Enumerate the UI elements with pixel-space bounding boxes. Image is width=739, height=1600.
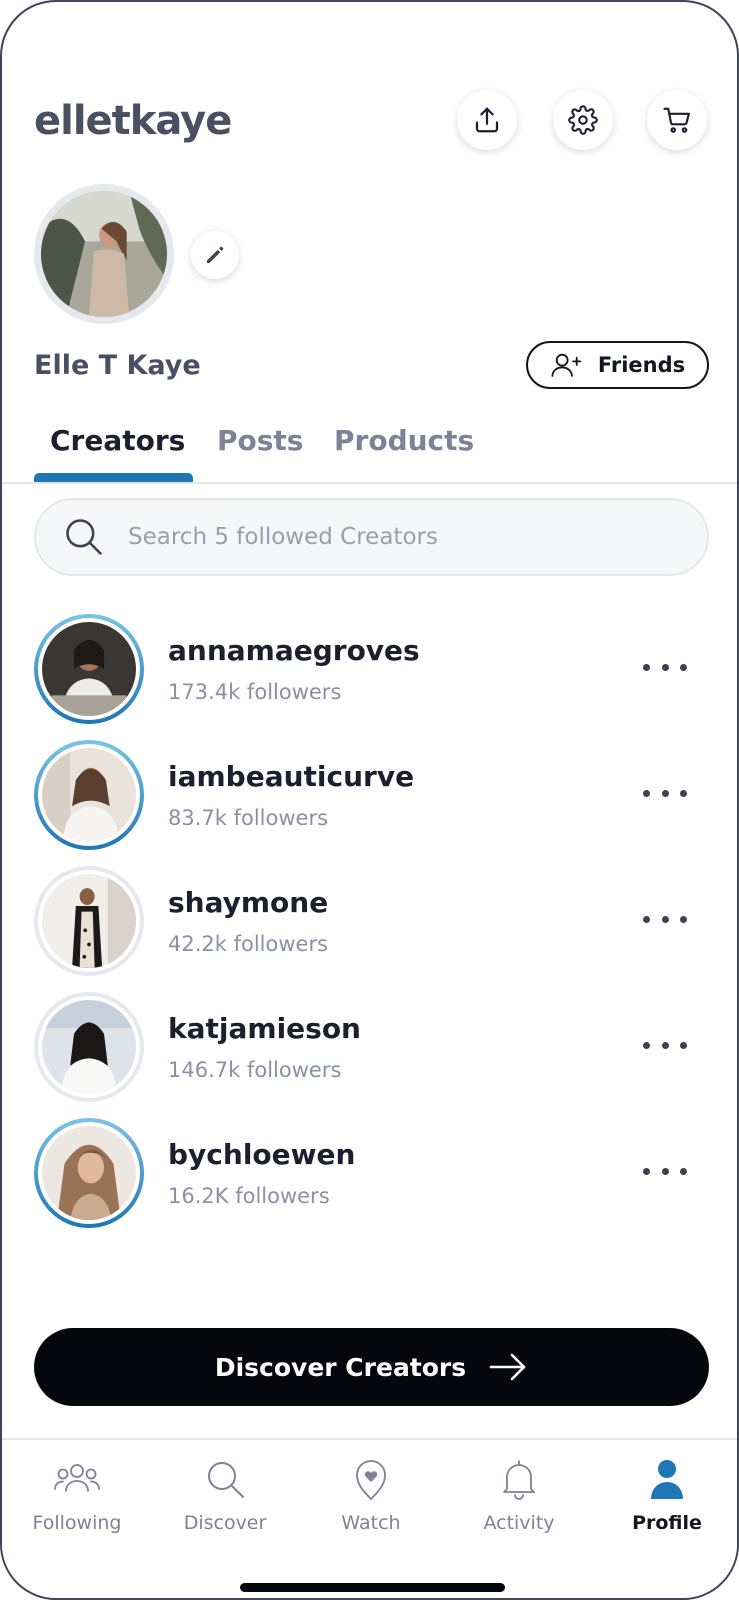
nav-watch-label: Watch (341, 1512, 401, 1534)
profile-photo (41, 191, 167, 317)
tab-products[interactable]: Products (334, 424, 474, 457)
creator-avatar[interactable] (34, 866, 144, 976)
edit-profile-button[interactable] (191, 231, 239, 279)
profile-full-name: Elle T Kaye (34, 350, 201, 381)
phone-screen: elletkaye Elle T Kaye Friends Creators P… (0, 0, 739, 1600)
search-input[interactable] (128, 524, 648, 550)
people-icon (54, 1464, 100, 1492)
nav-following-label: Following (32, 1512, 122, 1534)
creator-photo (42, 748, 136, 842)
creator-name[interactable]: katjamieson (168, 1012, 361, 1045)
creator-row[interactable]: annamaegroves 173.4k followers (34, 614, 709, 724)
discover-creators-label: Discover Creators (214, 1352, 467, 1382)
creator-followers: 146.7k followers (168, 1058, 342, 1082)
tab-posts[interactable]: Posts (217, 424, 303, 457)
nav-activity-label: Activity (483, 1512, 555, 1534)
nav-following[interactable]: Following (12, 1456, 142, 1534)
creator-name[interactable]: shaymone (168, 886, 328, 919)
page-title-username: elletkaye (34, 98, 232, 144)
creator-avatar[interactable] (34, 614, 144, 724)
nav-profile-label: Profile (632, 1512, 702, 1534)
more-options-button[interactable] (643, 652, 687, 682)
creator-photo (42, 1126, 136, 1220)
nav-discover[interactable]: Discover (160, 1456, 290, 1534)
creator-avatar[interactable] (34, 992, 144, 1102)
creator-followers: 173.4k followers (168, 680, 342, 704)
person-icon (651, 1460, 683, 1499)
creator-photo (42, 1000, 136, 1094)
bell-icon (503, 1460, 535, 1500)
creator-photo (42, 874, 136, 968)
creator-name[interactable]: bychloewen (168, 1138, 355, 1171)
more-options-button[interactable] (643, 778, 687, 808)
nav-watch[interactable]: Watch (306, 1456, 436, 1534)
pencil-icon (207, 246, 224, 263)
nav-activity[interactable]: Activity (454, 1456, 584, 1534)
share-icon (475, 107, 499, 133)
arrow-right-icon (489, 1353, 526, 1381)
nav-discover-label: Discover (183, 1512, 267, 1534)
friends-button-label: Friends (597, 353, 686, 377)
search-icon (208, 1462, 244, 1498)
nav-profile[interactable]: Profile (602, 1456, 732, 1534)
creator-row[interactable]: shaymone 42.2k followers (34, 866, 709, 976)
creator-avatar[interactable] (34, 1118, 144, 1228)
gear-icon (568, 105, 598, 135)
search-icon (66, 519, 102, 555)
creator-followers: 16.2K followers (168, 1184, 330, 1208)
creator-followers: 42.2k followers (168, 932, 329, 956)
heart-pin-icon (356, 1460, 386, 1500)
more-options-button[interactable] (643, 1030, 687, 1060)
active-tab-indicator (34, 473, 193, 482)
creator-row[interactable]: bychloewen 16.2K followers (34, 1118, 709, 1228)
share-button[interactable] (457, 90, 517, 150)
bottom-navigation: Following Discover Watch Activity Profil… (2, 1438, 737, 1598)
profile-avatar[interactable] (34, 184, 174, 324)
creator-row[interactable]: iambeauticurve 83.7k followers (34, 740, 709, 850)
friends-button[interactable]: Friends (526, 341, 709, 389)
creator-avatar[interactable] (34, 740, 144, 850)
add-friend-icon (551, 353, 582, 377)
creator-photo (42, 622, 136, 716)
cart-icon (663, 107, 690, 133)
home-indicator (240, 1583, 505, 1592)
settings-button[interactable] (553, 90, 613, 150)
creator-followers: 83.7k followers (168, 806, 329, 830)
creator-search-bar[interactable] (34, 498, 709, 576)
more-options-button[interactable] (643, 1156, 687, 1186)
discover-creators-button[interactable]: Discover Creators (34, 1328, 709, 1406)
more-options-button[interactable] (643, 904, 687, 934)
creator-row[interactable]: katjamieson 146.7k followers (34, 992, 709, 1102)
tab-creators[interactable]: Creators (50, 424, 185, 457)
creator-name[interactable]: iambeauticurve (168, 760, 414, 793)
profile-tabs: Creators Posts Products (2, 414, 737, 484)
cart-button[interactable] (647, 90, 707, 150)
creator-name[interactable]: annamaegroves (168, 634, 420, 667)
